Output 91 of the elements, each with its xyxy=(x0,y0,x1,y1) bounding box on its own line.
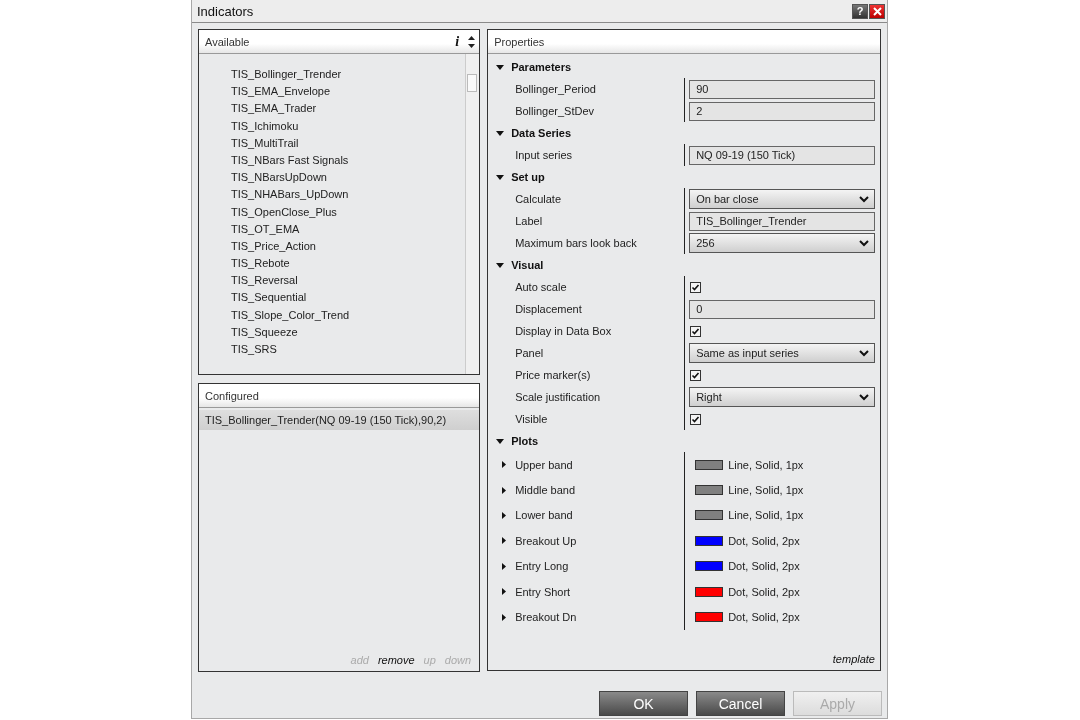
input-field[interactable]: 2 xyxy=(689,101,875,121)
property-label: Lower band xyxy=(515,509,573,522)
indicator-list-item[interactable]: TIS_Price_Action xyxy=(199,237,466,256)
chevron-down-icon xyxy=(859,239,869,247)
indicator-list-item[interactable]: TIS_OT_EMA xyxy=(199,220,466,238)
property-label: Label xyxy=(515,215,543,227)
dialog-button[interactable]: OK xyxy=(599,691,688,716)
template-link[interactable]: template xyxy=(832,653,880,670)
checked-checkbox[interactable] xyxy=(690,413,702,425)
indicator-list-item[interactable]: TIS_Squeeze xyxy=(199,323,466,341)
indicator-list-item[interactable]: TIS_Reversal xyxy=(199,272,466,290)
property-label: Scale justification xyxy=(515,391,601,403)
input-field[interactable]: TIS_Bollinger_Trender xyxy=(689,211,875,231)
panel-title: Available xyxy=(205,35,251,48)
property-label: Input series xyxy=(515,149,573,161)
indicator-list-item[interactable]: TIS_Ichimoku xyxy=(199,117,466,135)
color-swatch[interactable] xyxy=(695,535,724,546)
category-header[interactable]: Parameters xyxy=(488,56,880,78)
color-swatch[interactable] xyxy=(695,586,724,597)
property-label: Bollinger_StDev xyxy=(515,105,595,117)
indicator-list-item[interactable]: TIS_Rebote xyxy=(199,255,466,273)
property-label: Visible xyxy=(515,413,548,425)
scrollbar[interactable] xyxy=(465,54,480,374)
input-field[interactable]: NQ 09-19 (150 Tick) xyxy=(689,145,875,165)
input-field[interactable]: 0 xyxy=(689,299,875,319)
plot-style: Dot, Solid, 2px xyxy=(728,611,800,624)
dropdown[interactable]: On bar close xyxy=(689,189,875,209)
category-header[interactable]: Visual xyxy=(488,254,880,276)
plot-style: Line, Solid, 1px xyxy=(728,458,804,471)
window-title: Indicators xyxy=(197,3,254,19)
property-label: Breakout Up xyxy=(515,534,577,547)
indicator-list-item[interactable]: TIS_EMA_Envelope xyxy=(199,83,466,101)
close-button[interactable] xyxy=(869,3,885,19)
property-label: Bollinger_Period xyxy=(515,83,596,95)
property-label: Entry Long xyxy=(515,560,569,573)
property-label: Price marker(s) xyxy=(515,369,591,381)
plot-style: Dot, Solid, 2px xyxy=(728,585,800,598)
scroll-arrows[interactable] xyxy=(465,35,478,48)
help-button[interactable]: ? xyxy=(852,3,868,19)
panel-title: Configured xyxy=(205,389,260,402)
configured-item[interactable]: TIS_Bollinger_Trender(NQ 09-19 (150 Tick),90,2) xyxy=(199,410,480,430)
close-icon xyxy=(872,6,882,16)
indicator-list-item[interactable]: TIS_MultiTrail xyxy=(199,134,466,152)
property-label: Maximum bars look back xyxy=(515,237,637,249)
info-icon[interactable]: i xyxy=(455,33,460,50)
plot-style: Dot, Solid, 2px xyxy=(728,560,800,573)
dropdown[interactable]: Right xyxy=(689,387,875,407)
input-field[interactable]: 90 xyxy=(689,79,875,99)
color-swatch[interactable] xyxy=(695,612,724,623)
down-arrow-icon xyxy=(467,43,475,48)
color-swatch[interactable] xyxy=(695,459,724,470)
plot-style: Line, Solid, 1px xyxy=(728,484,804,497)
property-label: Displacement xyxy=(515,303,582,315)
indicator-list-item[interactable]: TIS_Sequential xyxy=(199,289,466,307)
property-label: Middle band xyxy=(515,484,576,497)
checked-checkbox[interactable] xyxy=(690,325,702,337)
property-label: Auto scale xyxy=(515,281,567,293)
indicator-list-item[interactable]: TIS_NHABars_UpDown xyxy=(199,186,466,204)
color-swatch[interactable] xyxy=(695,510,724,521)
property-label: Entry Short xyxy=(515,585,571,598)
chevron-down-icon xyxy=(859,393,869,401)
plot-style: Dot, Solid, 2px xyxy=(728,534,800,547)
dropdown[interactable]: Same as input series xyxy=(689,343,875,363)
property-label: Panel xyxy=(515,347,544,359)
panel-title: Properties xyxy=(494,35,546,48)
indicator-list-item[interactable]: TIS_NBars Fast Signals xyxy=(199,151,466,170)
checked-checkbox[interactable] xyxy=(690,369,702,381)
plot-style: Line, Solid, 1px xyxy=(728,509,804,522)
chevron-down-icon xyxy=(859,195,869,203)
action-link[interactable]: remove xyxy=(377,654,415,666)
color-swatch[interactable] xyxy=(695,485,724,496)
dropdown[interactable]: 256 xyxy=(689,233,875,253)
category-header[interactable]: Plots xyxy=(488,430,880,452)
dialog-button[interactable]: Cancel xyxy=(696,691,785,716)
indicator-list-item[interactable]: TIS_Slope_Color_Trend xyxy=(199,306,466,324)
indicator-list-item[interactable]: TIS_EMA_Trader xyxy=(199,100,466,118)
property-label: Display in Data Box xyxy=(515,325,612,337)
indicator-list-item[interactable]: TIS_SRS xyxy=(199,341,466,359)
property-label: Calculate xyxy=(515,193,561,205)
category-header[interactable]: Data Series xyxy=(488,122,880,144)
indicator-list-item[interactable]: TIS_NBarsUpDown xyxy=(199,169,466,187)
chevron-down-icon xyxy=(859,349,869,357)
property-label: Upper band xyxy=(515,458,573,471)
up-arrow-icon xyxy=(467,35,475,40)
indicator-list-item[interactable]: TIS_Bollinger_Trender xyxy=(199,66,466,84)
color-swatch[interactable] xyxy=(695,561,724,572)
property-label: Breakout Dn xyxy=(515,611,577,624)
checked-checkbox[interactable] xyxy=(690,281,702,293)
category-header[interactable]: Set up xyxy=(488,166,880,188)
indicator-list-item[interactable]: TIS_OpenClose_Plus xyxy=(199,203,466,221)
scroll-thumb[interactable] xyxy=(467,74,478,92)
